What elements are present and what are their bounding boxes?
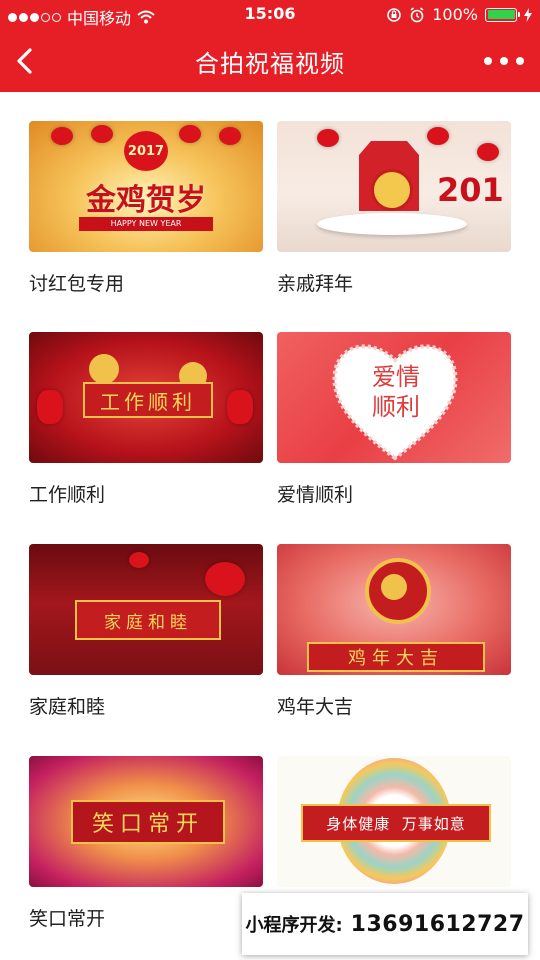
nav-bar: 合拍祝福视频 [0,30,540,92]
ad-phone: 13691612727 [350,911,525,937]
thumb-title: 工作顺利 [83,382,213,418]
video-thumbnail[interactable]: 笑口常开 [29,756,263,887]
alarm-icon [410,6,424,22]
page-title: 合拍祝福视频 [195,50,345,78]
thumb-title: 鸡年大吉 [307,642,485,672]
video-title: 爱情顺利 [277,484,354,506]
more-icon[interactable] [484,48,524,74]
video-card[interactable]: 身体健康 万事如意 [277,756,511,887]
video-thumbnail[interactable]: 鸡年大吉 [277,544,511,675]
thumb-year: 201 [437,171,504,209]
video-thumbnail[interactable]: 201 [277,121,511,252]
video-card[interactable]: 201 亲戚拜年 [277,121,511,295]
status-bar: 中国移动 15:06 100% [0,0,540,30]
video-title: 亲戚拜年 [277,273,354,295]
developer-ad-banner[interactable]: 小程序开发: 13691612727 [242,893,528,955]
video-thumbnail[interactable]: 工作顺利 [29,332,263,463]
video-title: 讨红包专用 [29,273,125,295]
video-card[interactable]: 爱情 顺利 爱情顺利 [277,332,511,506]
video-thumbnail[interactable]: 爱情 顺利 [277,332,511,463]
video-card[interactable]: 笑口常开 笑口常开 [29,756,263,930]
video-thumbnail[interactable]: 身体健康 万事如意 [277,756,511,887]
thumb-title: 家庭和睦 [75,600,221,640]
video-card[interactable]: 鸡年大吉 鸡年大吉 [277,544,511,718]
ad-label: 小程序开发: [245,915,343,936]
battery-icon [485,7,520,22]
thumb-subtitle: HAPPY NEW YEAR [79,217,213,231]
video-card[interactable]: 2017 金鸡贺岁 HAPPY NEW YEAR 讨红包专用 [29,121,263,295]
video-thumbnail[interactable]: 家庭和睦 [29,544,263,675]
video-title: 鸡年大吉 [277,696,354,718]
thumb-title: 金鸡贺岁 [86,183,206,218]
battery-percent: 100% [432,5,478,24]
video-title: 家庭和睦 [29,696,106,718]
video-title: 笑口常开 [29,908,106,930]
status-right: 100% [386,5,532,24]
thumb-title: 身体健康 万事如意 [301,804,491,842]
thumb-title: 笑口常开 [71,800,225,844]
video-title: 工作顺利 [29,484,106,506]
thumb-title: 爱情 顺利 [372,363,420,421]
rotation-lock-icon [387,7,402,22]
charging-icon [524,7,532,22]
thumb-year: 2017 [124,131,168,171]
video-card[interactable]: 家庭和睦 家庭和睦 [29,544,263,718]
video-thumbnail[interactable]: 2017 金鸡贺岁 HAPPY NEW YEAR [29,121,263,252]
video-card[interactable]: 工作顺利 工作顺利 [29,332,263,506]
